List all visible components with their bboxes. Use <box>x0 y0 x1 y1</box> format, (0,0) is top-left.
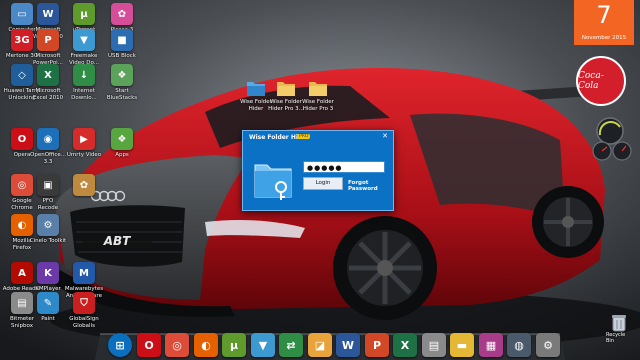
usb-block-icon: ■ <box>111 29 133 51</box>
bluestacks-icon: ❖ <box>111 64 133 86</box>
desktop-icon[interactable]: ◉ OpenOffice... 3.3 <box>28 128 68 165</box>
media-icon[interactable]: ◪ <box>308 333 332 357</box>
recode-icon: ▣ <box>37 174 59 196</box>
image-icon: ✿ <box>73 174 95 196</box>
desktop-icon-label: Apps <box>115 152 129 158</box>
winrar-icon[interactable]: ▦ <box>479 333 503 357</box>
excel-icon[interactable]: X <box>393 333 417 357</box>
powerpoint-icon[interactable]: P <box>365 333 389 357</box>
calendar-month: November 2015 <box>581 35 627 41</box>
desktop-icon-label: GlobalSign Globalls <box>69 316 99 329</box>
desktop-icon-label: USB Block <box>108 53 136 59</box>
wise-folder-hider-dialog: Wise Folder Hider PRO ✕ ●●●●● Login Forg… <box>242 130 394 211</box>
opera-icon[interactable]: O <box>137 333 161 357</box>
kmplayer-icon: K <box>37 262 59 284</box>
desktop-icon-label: Internet Downlo... <box>71 88 97 101</box>
calculator-icon[interactable]: ▤ <box>422 333 446 357</box>
folder-key-icon <box>254 164 292 200</box>
shield-icon: ⛉ <box>73 292 95 314</box>
windows-start-icon[interactable]: ⊞ <box>108 333 132 357</box>
malwarebytes-icon: M <box>73 262 95 284</box>
login-button[interactable]: Login <box>303 177 343 190</box>
desktop-icon-label: OpenOffice... 3.3 <box>30 152 66 165</box>
desktop-icon[interactable]: ▼ Freemake Video Do... <box>64 29 104 66</box>
recycle-bin-label: Recycle Bin <box>606 332 626 344</box>
wise-folder-hider-icon <box>247 82 265 96</box>
utorrent-icon[interactable]: μ <box>222 333 246 357</box>
video-icon: ▶ <box>73 128 95 150</box>
network-icon[interactable]: ◍ <box>507 333 531 357</box>
firefox-icon[interactable]: ◐ <box>194 333 218 357</box>
coca-cola-text: Coca-Cola <box>578 71 604 91</box>
recycle-bin[interactable]: Recycle Bin <box>606 314 632 344</box>
folder-icon <box>309 82 327 96</box>
desktop-icon-label: Umrty Video <box>66 152 102 158</box>
desktop-icon[interactable]: ❖ Start BlueStacks <box>102 64 142 101</box>
utorrent-icon: μ <box>73 3 95 25</box>
word-icon: W <box>37 3 59 25</box>
desktop: ABT ▭ComputerWMicrosoft Word 2010μμTorre… <box>0 0 640 360</box>
word-icon[interactable]: W <box>336 333 360 357</box>
paint-icon: ✎ <box>37 292 59 314</box>
forgot-password-link[interactable]: Forgot Password <box>348 180 393 192</box>
desktop-icon[interactable]: P Microsoft PowerPoi... <box>28 29 68 66</box>
pro-badge: PRO <box>297 134 311 139</box>
desktop-icon[interactable]: ↓ Internet Downlo... <box>64 64 104 101</box>
desktop-icon[interactable]: X Microsoft Excel 2010 <box>28 64 68 101</box>
desktop-icon[interactable]: ✎ Paint <box>28 292 68 323</box>
desktop-icon-label: Cinelo Toolkit <box>29 238 67 244</box>
folder-shortcut[interactable]: Wise Folder Hider Pro 3 <box>298 78 338 112</box>
wallpaper-car-text: ABT <box>103 234 131 248</box>
folder-icon[interactable]: ▬ <box>450 333 474 357</box>
system-meter-gadget[interactable] <box>588 115 634 163</box>
toolkit-icon: ⚙ <box>37 214 59 236</box>
desktop-icon-label: Paint <box>41 316 55 322</box>
folder-label: Wise Folder Hider Pro 3 <box>302 99 334 112</box>
calendar-gadget[interactable]: 7 November 2015 <box>574 0 634 45</box>
desktop-icon[interactable]: ■ USB Block <box>102 29 142 60</box>
openoffice-icon: ◉ <box>37 128 59 150</box>
desktop-icon[interactable]: ✿ <box>64 174 104 198</box>
desktop-icon-label: PFO Recode <box>37 198 59 211</box>
desktop-icon[interactable]: ▶ Umrty Video <box>64 128 104 159</box>
freemake-icon[interactable]: ▼ <box>251 333 275 357</box>
password-field[interactable]: ●●●●● <box>303 161 385 173</box>
recycle-bin-icon <box>612 315 626 332</box>
coca-cola-gadget[interactable]: Coca-Cola <box>576 56 626 106</box>
desktop-icon[interactable]: ❖ Apps <box>102 128 142 159</box>
folder-icon <box>277 82 295 96</box>
desktop-icon[interactable]: ⚙ Cinelo Toolkit <box>28 214 68 245</box>
desktop-icon-label: Start BlueStacks <box>106 88 138 101</box>
close-button[interactable]: ✕ <box>380 132 390 141</box>
desktop-icon[interactable]: K KMPlayer <box>28 262 68 293</box>
idm-icon: ↓ <box>73 64 95 86</box>
chrome-icon[interactable]: ◎ <box>165 333 189 357</box>
excel-icon: X <box>37 64 59 86</box>
freemake-icon: ▼ <box>73 29 95 51</box>
settings-icon[interactable]: ⚙ <box>536 333 560 357</box>
desktop-icon-label: Microsoft Excel 2010 <box>32 88 64 101</box>
desktop-icon[interactable]: ⛉ GlobalSign Globalls <box>64 292 104 329</box>
picasa-icon: ✿ <box>111 3 133 25</box>
desktop-icon[interactable]: ▣ PFO Recode <box>28 174 68 211</box>
internet-download-icon[interactable]: ⇄ <box>279 333 303 357</box>
calendar-day: 7 <box>596 1 612 29</box>
apps-icon: ❖ <box>111 128 133 150</box>
powerpoint-icon: P <box>37 29 59 51</box>
